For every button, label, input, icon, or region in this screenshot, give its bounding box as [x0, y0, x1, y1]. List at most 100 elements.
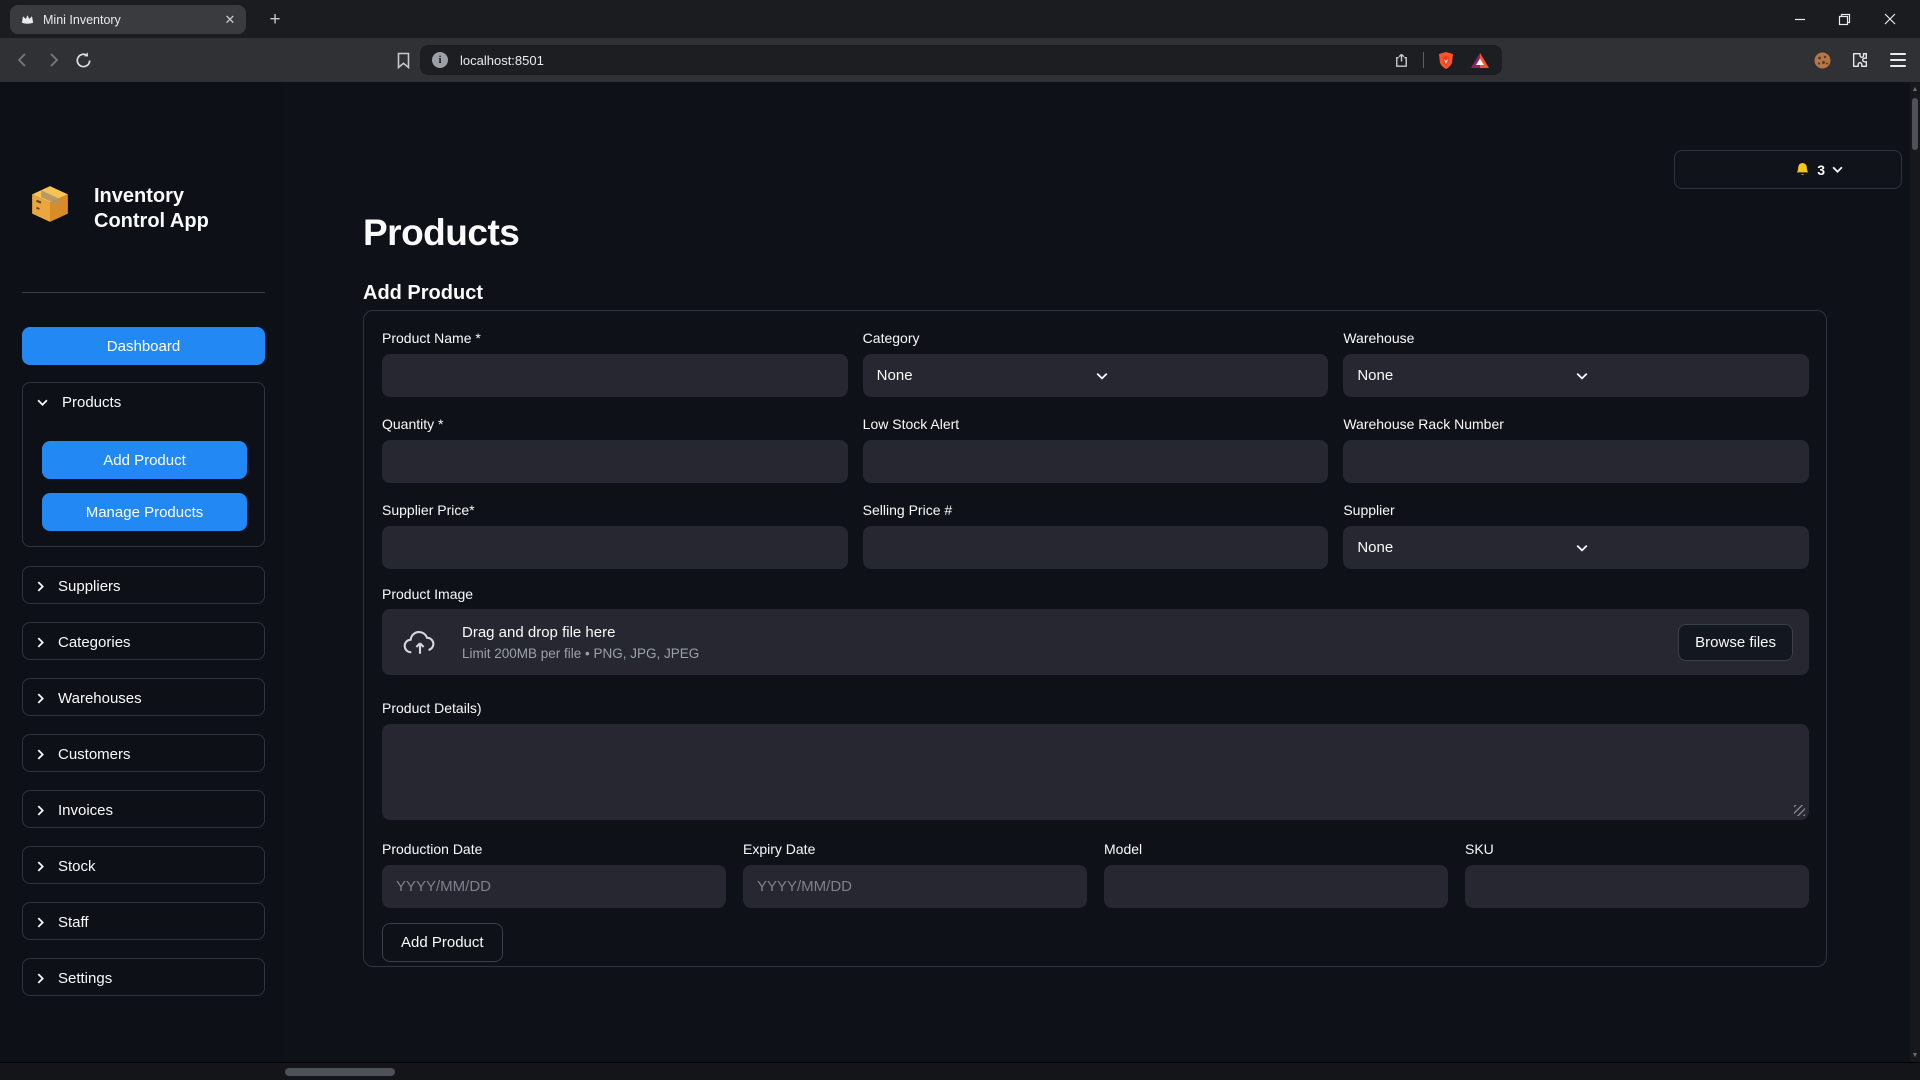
app-area: Inventory Control App Dashboard Products…	[0, 82, 1920, 1062]
uploader-limit-text: Limit 200MB per file • PNG, JPG, JPEG	[462, 646, 699, 661]
sidebar-dashboard-button[interactable]: Dashboard	[22, 327, 265, 365]
page-title: Products	[363, 212, 519, 254]
supplier-select[interactable]: None	[1343, 526, 1809, 569]
browse-files-button[interactable]: Browse files	[1678, 624, 1793, 661]
sidebar-item-staff[interactable]: Staff	[22, 902, 265, 940]
sidebar: Inventory Control App Dashboard Products…	[0, 82, 283, 1062]
sidebar-add-product-button[interactable]: Add Product	[42, 441, 247, 479]
product-image-label: Product Image	[382, 587, 1809, 602]
low-stock-input[interactable]	[863, 440, 1329, 483]
chevron-right-icon	[37, 693, 44, 704]
low-stock-label: Low Stock Alert	[863, 417, 1329, 432]
warehouse-label: Warehouse	[1343, 331, 1809, 346]
url-text: localhost:8501	[460, 53, 1389, 68]
resize-handle[interactable]	[1794, 805, 1805, 816]
chevron-right-icon	[37, 917, 44, 928]
site-info-icon[interactable]: i	[432, 52, 448, 68]
quantity-label: Quantity *	[382, 417, 848, 432]
expiry-date-input[interactable]	[743, 865, 1087, 908]
product-name-input[interactable]	[382, 354, 848, 397]
chevron-down-icon	[1096, 372, 1315, 380]
expiry-date-label: Expiry Date	[743, 842, 1087, 857]
main-content: 3 Products Add Product Product Name * Ca…	[283, 82, 1910, 1062]
model-input[interactable]	[1104, 865, 1448, 908]
browser-tabbar: Mini Inventory ✕ +	[0, 0, 1920, 38]
add-product-submit-button[interactable]: Add Product	[382, 923, 503, 962]
expander-label: Suppliers	[58, 578, 121, 595]
quantity-input[interactable]	[382, 440, 848, 483]
category-label: Category	[863, 331, 1329, 346]
sidebar-manage-products-button[interactable]: Manage Products	[42, 493, 247, 531]
expander-label: Categories	[58, 634, 131, 651]
sidebar-item-settings[interactable]: Settings	[22, 958, 265, 996]
sidebar-item-warehouses[interactable]: Warehouses	[22, 678, 265, 716]
browser-toolbar: i localhost:8501	[0, 38, 1920, 82]
supplier-label: Supplier	[1343, 503, 1809, 518]
brave-rewards-bat-icon[interactable]	[1468, 48, 1492, 72]
vertical-scrollbar[interactable]: ▲ ▼	[1910, 82, 1920, 1062]
favicon-crown-icon	[20, 12, 35, 27]
new-tab-button[interactable]: +	[262, 7, 288, 33]
bookmark-icon[interactable]	[388, 45, 418, 75]
forward-button[interactable]	[38, 45, 68, 75]
product-details-label: Product Details)	[382, 701, 1809, 716]
sidebar-item-invoices[interactable]: Invoices	[22, 790, 265, 828]
scroll-down-arrow[interactable]: ▼	[1910, 1048, 1920, 1062]
browser-window: Mini Inventory ✕ +	[0, 0, 1920, 1080]
scroll-up-arrow[interactable]: ▲	[1910, 82, 1920, 96]
tab-close-icon[interactable]: ✕	[222, 12, 238, 28]
chevron-down-icon	[1576, 372, 1795, 380]
file-uploader-dropzone[interactable]: Drag and drop file here Limit 200MB per …	[382, 609, 1809, 675]
notifications-widget[interactable]: 3	[1674, 150, 1902, 189]
supplier-value: None	[1357, 539, 1576, 556]
expander-label: Settings	[58, 970, 112, 987]
app-title: Inventory Control App	[94, 182, 214, 234]
url-bar[interactable]: i localhost:8501	[420, 45, 1502, 75]
vertical-scrollbar-thumb[interactable]	[1912, 98, 1918, 150]
sidebar-item-suppliers[interactable]: Suppliers	[22, 566, 265, 604]
minimize-button[interactable]	[1777, 0, 1822, 38]
warehouse-value: None	[1357, 367, 1576, 384]
section-title: Add Product	[363, 282, 483, 305]
add-product-form: Product Name * Category None Warehouse	[363, 310, 1827, 967]
close-window-button[interactable]	[1867, 0, 1912, 38]
tab-title: Mini Inventory	[43, 13, 214, 27]
chevron-right-icon	[37, 805, 44, 816]
sidebar-item-customers[interactable]: Customers	[22, 734, 265, 772]
category-select[interactable]: None	[863, 354, 1329, 397]
production-date-input[interactable]	[382, 865, 726, 908]
brave-shield-icon[interactable]	[1434, 48, 1458, 72]
sidebar-item-stock[interactable]: Stock	[22, 846, 265, 884]
cookie-icon[interactable]	[1810, 48, 1834, 72]
rack-number-input[interactable]	[1343, 440, 1809, 483]
extensions-puzzle-icon[interactable]	[1848, 48, 1872, 72]
chevron-right-icon	[37, 637, 44, 648]
cloud-upload-icon	[402, 629, 438, 656]
divider	[1423, 52, 1424, 68]
sku-input[interactable]	[1465, 865, 1809, 908]
expander-label: Warehouses	[58, 690, 142, 707]
horizontal-scrollbar-thumb[interactable]	[285, 1068, 395, 1076]
restore-button[interactable]	[1822, 0, 1867, 38]
expander-label: Staff	[58, 914, 89, 931]
selling-price-input[interactable]	[863, 526, 1329, 569]
browser-tab[interactable]: Mini Inventory ✕	[10, 5, 246, 34]
sidebar-products-expander: Products Add Product Manage Products	[22, 382, 265, 547]
supplier-price-input[interactable]	[382, 526, 848, 569]
notification-count: 3	[1817, 162, 1825, 178]
back-button[interactable]	[8, 45, 38, 75]
product-name-label: Product Name *	[382, 331, 848, 346]
warehouse-select[interactable]: None	[1343, 354, 1809, 397]
share-icon[interactable]	[1389, 48, 1413, 72]
chevron-down-icon	[37, 399, 48, 406]
product-details-textarea[interactable]	[382, 724, 1809, 820]
menu-hamburger-icon[interactable]	[1886, 48, 1910, 72]
products-expander-label: Products	[62, 394, 121, 411]
sidebar-item-categories[interactable]: Categories	[22, 622, 265, 660]
divider	[22, 292, 265, 293]
chevron-right-icon	[37, 749, 44, 760]
model-label: Model	[1104, 842, 1448, 857]
horizontal-scrollbar[interactable]	[0, 1062, 1920, 1080]
reload-button[interactable]	[68, 45, 98, 75]
products-expander-header[interactable]: Products	[23, 383, 264, 421]
